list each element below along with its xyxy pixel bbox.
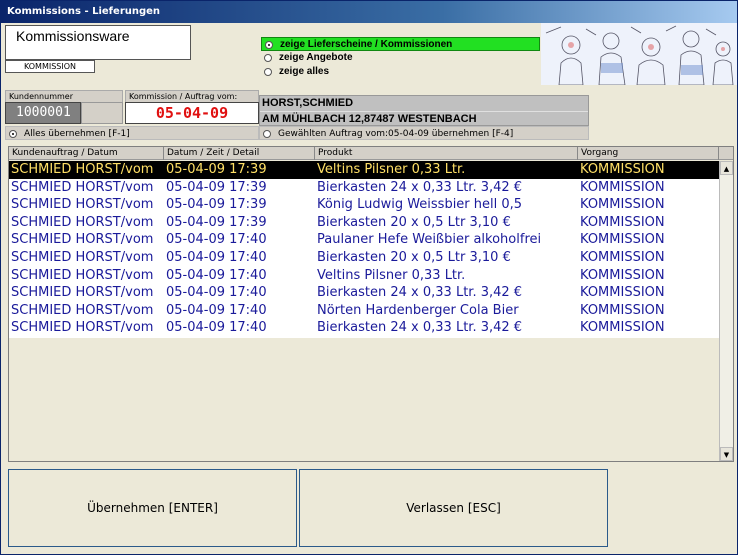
table-cell: KOMMISSION: [580, 162, 665, 177]
table-cell: Nörten Hardenberger Cola Bier: [317, 302, 519, 318]
table-cell: Veltins Pilsner 0,33 Ltr.: [317, 162, 466, 177]
table-row[interactable]: SCHMIED HORST/vom 05-04-09 17:40 Nörten Ha…: [9, 302, 719, 320]
table-cell: SCHMIED HORST/vom: [11, 285, 154, 301]
take-all-label: Alles übernehmen [F-1]: [24, 129, 130, 139]
table-row[interactable]: SCHMIED HORST/vom 05-04-09 17:40 Bierkaste…: [9, 249, 719, 267]
table-cell: 05-04-09 17:39: [166, 162, 267, 177]
table-cell: Bierkasten 24 x 0,33 Ltr. 3,42 €: [317, 285, 523, 301]
take-selected-label: Gewählten Auftrag vom:05-04-09 übernehme…: [278, 129, 514, 139]
table-row[interactable]: SCHMIED HORST/vom 05-04-09 17:39 Bierkaste…: [9, 214, 719, 232]
table-row[interactable]: SCHMIED HORST/vom 05-04-09 17:39 Veltins P…: [9, 161, 719, 179]
table-cell: SCHMIED HORST/vom: [11, 267, 154, 283]
take-all-option[interactable]: Alles übernehmen [F-1]: [5, 126, 259, 140]
table-row[interactable]: SCHMIED HORST/vom 05-04-09 17:39 Bierkaste…: [9, 179, 719, 197]
table-cell: SCHMIED HORST/vom: [11, 320, 154, 336]
radio-checked-icon: [265, 41, 273, 49]
table-row[interactable]: SCHMIED HORST/vom 05-04-09 17:40 Bierkaste…: [9, 284, 719, 302]
table-row[interactable]: SCHMIED HORST/vom 05-04-09 17:40 Paulaner …: [9, 231, 719, 249]
table-cell: SCHMIED HORST/vom: [11, 250, 154, 265]
table-cell: Veltins Pilsner 0,33 Ltr.: [317, 267, 466, 283]
window: Kommissions - Lieferungen Kommissionswar…: [0, 0, 738, 555]
radio-unchecked-icon: [264, 68, 272, 76]
table-cell: KOMMISSION: [580, 214, 665, 230]
ware-title: Kommissionsware: [16, 28, 130, 44]
table-cell: SCHMIED HORST/vom: [11, 162, 154, 177]
table-cell: Bierkasten 20 x 0,5 Ltr 3,10 €: [317, 214, 511, 230]
table-cell: 05-04-09 17:40: [166, 250, 267, 265]
table-cell: SCHMIED HORST/vom: [11, 214, 154, 230]
table-cell: 05-04-09 17:39: [166, 179, 267, 195]
radio-unchecked-icon: [264, 54, 272, 62]
take-selected-option[interactable]: Gewählten Auftrag vom:05-04-09 übernehme…: [259, 126, 589, 140]
table-cell: KOMMISSION: [580, 267, 665, 283]
customer-address: AM MÜHLBACH 12,87487 WESTENBACH: [260, 111, 588, 126]
column-header[interactable]: Datum / Zeit / Detail: [164, 147, 315, 160]
scroll-down-icon[interactable]: ▼: [720, 447, 733, 461]
table-cell: KOMMISSION: [580, 179, 665, 195]
table-cell: SCHMIED HORST/vom: [11, 197, 154, 213]
leave-button[interactable]: Verlassen [ESC]: [299, 469, 608, 547]
table-cell: SCHMIED HORST/vom: [11, 302, 154, 318]
accept-button[interactable]: Übernehmen [ENTER]: [8, 469, 297, 547]
table-cell: Bierkasten 24 x 0,33 Ltr. 3,42 €: [317, 320, 523, 336]
scroll-up-icon[interactable]: ▲: [720, 161, 733, 175]
table-cell: 05-04-09 17:40: [166, 320, 267, 336]
filter-option-alles[interactable]: zeige alles: [261, 65, 329, 79]
ware-panel: Kommissionsware: [5, 25, 191, 60]
vertical-scrollbar[interactable]: ▲ ▼: [719, 161, 733, 461]
table-cell: KOMMISSION: [580, 197, 665, 213]
table-cell: KOMMISSION: [580, 232, 665, 248]
customer-name: HORST,SCHMIED: [262, 97, 354, 109]
table-cell: KOMMISSION: [580, 320, 665, 336]
radio-unchecked-icon: [263, 130, 271, 138]
table-body: SCHMIED HORST/vom 05-04-09 17:39 Veltins P…: [9, 161, 719, 338]
table-cell: KOMMISSION: [580, 250, 665, 265]
order-date-field[interactable]: 05-04-09: [125, 102, 259, 124]
customer-number-field[interactable]: 1000001: [5, 102, 81, 124]
column-header[interactable]: Vorgang: [578, 147, 719, 160]
column-header[interactable]: Produkt: [315, 147, 578, 160]
filter-option-label: zeige Angebote: [279, 52, 353, 63]
filter-option-label: zeige alles: [279, 66, 330, 77]
table-cell: 05-04-09 17:40: [166, 285, 267, 301]
filter-option-angebote[interactable]: zeige Angebote: [261, 51, 353, 65]
table-cell: SCHMIED HORST/vom: [11, 232, 154, 248]
table-cell: 05-04-09 17:40: [166, 302, 267, 318]
table-cell: 05-04-09 17:39: [166, 214, 267, 230]
ware-badge: KOMMISSION: [5, 60, 95, 73]
table-cell: 05-04-09 17:39: [166, 197, 267, 213]
window-title: Kommissions - Lieferungen: [1, 1, 737, 23]
radio-checked-icon: [9, 130, 17, 138]
column-header[interactable]: Kundenauftrag / Datum: [9, 147, 164, 160]
filter-option-label: zeige Lieferscheine / Kommissionen: [280, 39, 453, 50]
table-cell: Paulaner Hefe Weißbier alkoholfrei: [317, 232, 542, 248]
filter-radio-group: zeige Lieferscheine / Kommissionen zeige…: [261, 35, 541, 81]
table-cell: Bierkasten 20 x 0,5 Ltr 3,10 €: [317, 250, 511, 265]
table-cell: KOMMISSION: [580, 302, 665, 318]
cartoon-illustration: [541, 23, 737, 85]
table-cell: 05-04-09 17:40: [166, 232, 267, 248]
table-cell: König Ludwig Weissbier hell 0,5: [317, 197, 523, 213]
table-cell: 05-04-09 17:40: [166, 267, 267, 283]
table-cell: Bierkasten 24 x 0,33 Ltr. 3,42 €: [317, 179, 523, 195]
table-cell: SCHMIED HORST/vom: [11, 179, 154, 195]
filter-option-lieferscheine[interactable]: zeige Lieferscheine / Kommissionen: [261, 37, 540, 51]
table-cell: KOMMISSION: [580, 285, 665, 301]
orders-table: Kundenauftrag / Datum Datum / Zeit / Det…: [8, 146, 734, 462]
table-row[interactable]: SCHMIED HORST/vom 05-04-09 17:39 König Lud…: [9, 196, 719, 214]
table-header: Kundenauftrag / Datum Datum / Zeit / Det…: [9, 147, 733, 160]
header-artwork: [541, 23, 737, 85]
customer-address-panel: HORST,SCHMIED AM MÜHLBACH 12,87487 WESTE…: [259, 95, 589, 126]
table-row[interactable]: SCHMIED HORST/vom 05-04-09 17:40 Bierkaste…: [9, 319, 719, 337]
customer-number-spacer: [81, 102, 123, 124]
table-row[interactable]: SCHMIED HORST/vom 05-04-09 17:40 Veltins P…: [9, 267, 719, 285]
